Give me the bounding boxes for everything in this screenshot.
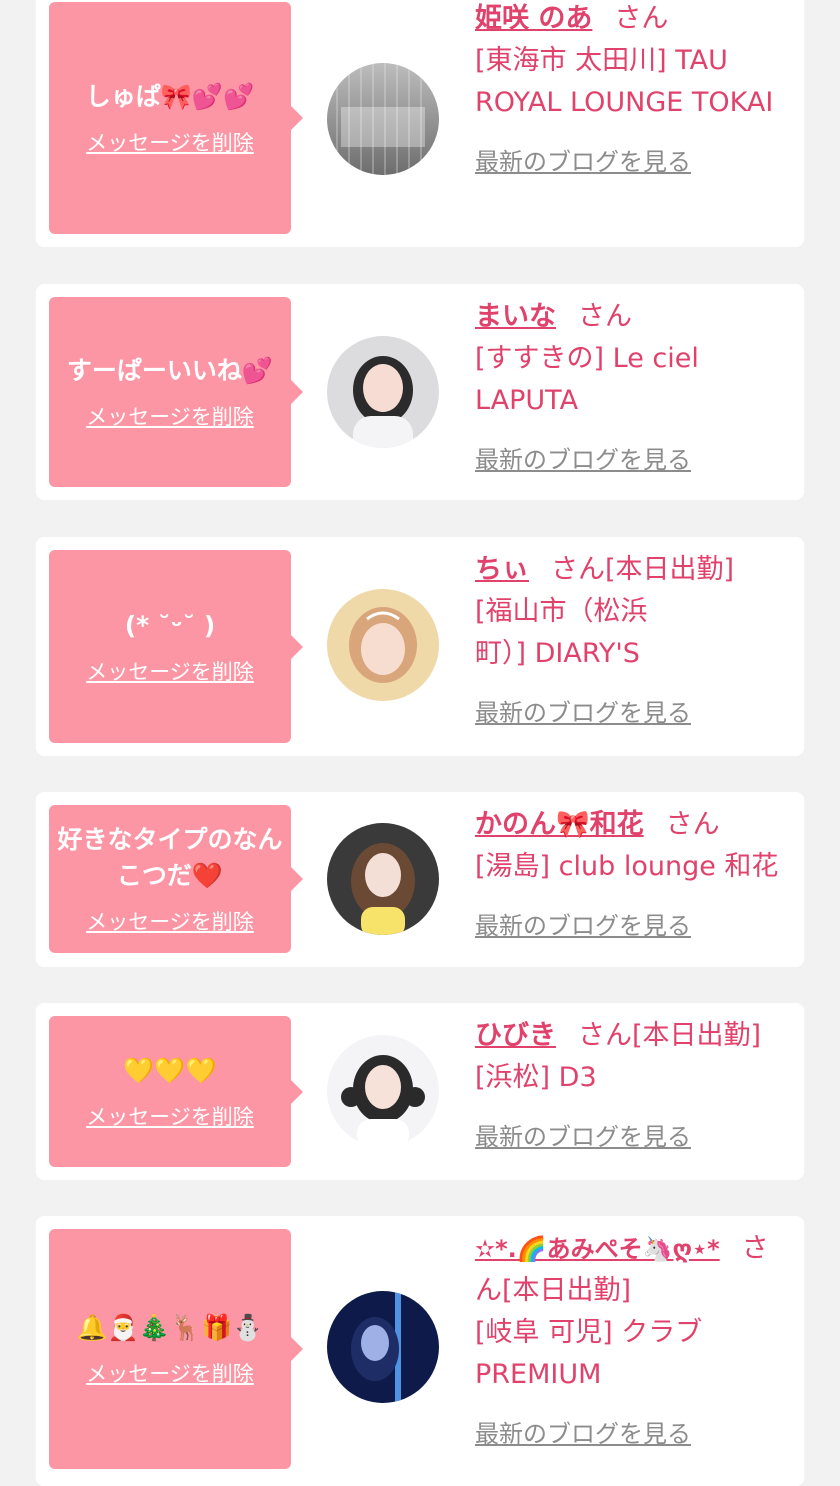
shift-badge: [本日出勤] <box>632 1020 762 1051</box>
latest-blog-link[interactable]: 最新のブログを見る <box>475 693 790 728</box>
name-line: ✫*.🌈あみぺそ🦄ღ⋆* さん[本日出勤] <box>475 1228 775 1312</box>
shop-name: [東海市 太田川] TAU ROYAL LOUNGE TOKAI <box>475 45 774 118</box>
honorific: さん <box>665 809 720 840</box>
message-text: (* ˘ᵕ˘ ) <box>124 610 216 640</box>
girl-info: ひびき さん[本日出勤] [浜松] D3 最新のブログを見る <box>475 1015 790 1152</box>
shop-name: [すすきの] Le ciel LAPUTA <box>475 343 699 416</box>
message-bubble: 💛💛💛 メッセージを削除 <box>49 1016 303 1167</box>
delete-message-link[interactable]: メッセージを削除 <box>86 656 254 686</box>
message-card: (* ˘ᵕ˘ ) メッセージを削除 ちぃ さん[本日出勤] [福山市（松浜町）] … <box>36 537 804 756</box>
avatar[interactable] <box>327 1035 439 1147</box>
message-text: 💛💛💛 <box>123 1055 217 1085</box>
delete-message-link[interactable]: メッセージを削除 <box>86 401 254 431</box>
message-card: しゅぱ🎀💕💕 メッセージを削除 姫咲 のあ さん [東海市 太田川] TAU R… <box>36 0 804 247</box>
latest-blog-link[interactable]: 最新のブログを見る <box>475 906 790 941</box>
latest-blog-link[interactable]: 最新のブログを見る <box>475 1414 790 1449</box>
shop-name: [岐阜 可児] クラブPREMIUM <box>475 1317 703 1390</box>
message-bubble: しゅぱ🎀💕💕 メッセージを削除 <box>49 2 303 234</box>
name-line: かのん🎀和花 さん <box>475 804 790 846</box>
message-text: 🔔🎅🎄🦌🎁⛄ <box>76 1313 264 1342</box>
honorific: さん <box>578 1020 632 1051</box>
avatar[interactable] <box>327 336 439 448</box>
girl-info: かのん🎀和花 さん [湯島] club lounge 和花 最新のブログを見る <box>475 804 790 941</box>
girl-name-link[interactable]: かのん🎀和花 <box>475 809 644 840</box>
girl-name-link[interactable]: まいな <box>475 301 556 332</box>
delete-message-link[interactable]: メッセージを削除 <box>86 1358 254 1388</box>
girl-info: ちぃ さん[本日出勤] [福山市（松浜町）] DIARY'S 最新のブログを見る <box>475 549 790 728</box>
message-bubble: (* ˘ᵕ˘ ) メッセージを削除 <box>49 550 303 743</box>
shift-badge: [本日出勤] <box>502 1275 632 1306</box>
avatar[interactable] <box>327 823 439 935</box>
girl-info: ✫*.🌈あみぺそ🦄ღ⋆* さん[本日出勤] [岐阜 可児] クラブPREMIUM … <box>475 1228 790 1449</box>
avatar[interactable] <box>327 1291 439 1403</box>
message-text: すーぱーいいね💕 <box>66 356 274 385</box>
girl-info: まいな さん [すすきの] Le ciel LAPUTA 最新のブログを見る <box>475 296 790 475</box>
girl-name-link[interactable]: ひびき <box>475 1020 556 1051</box>
name-line: ひびき さん[本日出勤] <box>475 1015 790 1057</box>
message-bubble: 🔔🎅🎄🦌🎁⛄ メッセージを削除 <box>49 1229 303 1469</box>
shift-badge: [本日出勤] <box>605 554 735 585</box>
delete-message-link[interactable]: メッセージを削除 <box>86 906 254 936</box>
avatar[interactable] <box>327 589 439 701</box>
message-text: しゅぱ🎀💕💕 <box>85 82 255 111</box>
honorific: さん <box>578 301 632 332</box>
shop-name: [浜松] D3 <box>475 1062 597 1093</box>
girl-name-link[interactable]: 姫咲 のあ <box>475 3 592 34</box>
message-bubble: すーぱーいいね💕 メッセージを削除 <box>49 297 303 487</box>
latest-blog-link[interactable]: 最新のブログを見る <box>475 142 790 177</box>
message-bubble: 好きなタイプのなんこつだ❤️ メッセージを削除 <box>49 805 303 953</box>
message-card: すーぱーいいね💕 メッセージを削除 まいな さん [すすきの] Le ciel L… <box>36 284 804 500</box>
message-text: 好きなタイプのなんこつだ❤️ <box>57 825 283 890</box>
shop-name: [福山市（松浜町）] DIARY'S <box>475 596 648 669</box>
shop-name: [湯島] club lounge 和花 <box>475 851 779 882</box>
latest-blog-link[interactable]: 最新のブログを見る <box>475 1117 790 1152</box>
avatar[interactable] <box>327 63 439 175</box>
honorific: さん <box>551 554 605 585</box>
latest-blog-link[interactable]: 最新のブログを見る <box>475 440 790 475</box>
girl-name-link[interactable]: ✫*.🌈あみぺそ🦄ღ⋆* <box>475 1235 720 1263</box>
delete-message-link[interactable]: メッセージを削除 <box>86 127 254 157</box>
delete-message-link[interactable]: メッセージを削除 <box>86 1101 254 1131</box>
honorific: さん <box>614 3 669 34</box>
girl-name-link[interactable]: ちぃ <box>475 554 529 585</box>
name-line: ちぃ さん[本日出勤] <box>475 549 790 591</box>
name-line: まいな さん <box>475 296 790 338</box>
girl-info: 姫咲 のあ さん [東海市 太田川] TAU ROYAL LOUNGE TOKAI… <box>475 0 790 177</box>
message-card: 💛💛💛 メッセージを削除 ひびき さん[本日出勤] [浜松] D3 最新のブログを… <box>36 1003 804 1180</box>
message-card: 好きなタイプのなんこつだ❤️ メッセージを削除 かのん🎀和花 さん [湯島] cl… <box>36 792 804 967</box>
message-card: 🔔🎅🎄🦌🎁⛄ メッセージを削除 ✫*.🌈あみぺそ🦄ღ⋆* さん[本日出勤] [岐阜… <box>36 1216 804 1486</box>
name-line: 姫咲 のあ さん <box>475 0 790 40</box>
